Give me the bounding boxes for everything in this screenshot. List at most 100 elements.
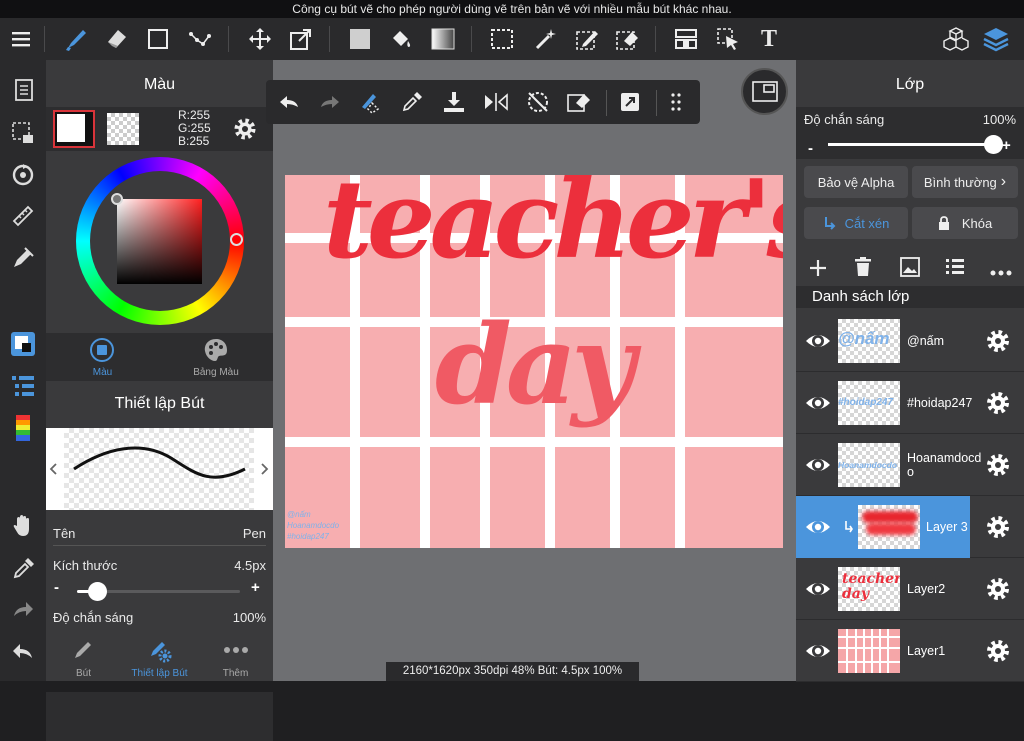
layer-opacity-slider[interactable] xyxy=(828,135,1003,154)
visibility-eye-icon[interactable] xyxy=(804,513,832,541)
ruler-icon[interactable] xyxy=(7,200,39,232)
layer-settings-gear-icon[interactable] xyxy=(984,575,1012,603)
add-image-layer-icon[interactable] xyxy=(900,257,920,282)
delete-layer-icon[interactable] xyxy=(854,257,872,282)
layer-list-view-icon[interactable] xyxy=(946,258,964,281)
foreground-color-swatch[interactable] xyxy=(53,110,95,148)
bucket-icon[interactable] xyxy=(385,23,417,55)
layer-list-icon[interactable] xyxy=(7,370,39,402)
eyedropper-sub-icon[interactable] xyxy=(396,86,428,118)
move-icon[interactable] xyxy=(244,23,276,55)
brush-size-value: 4.5px xyxy=(234,558,266,573)
color-sets-icon[interactable] xyxy=(7,412,39,444)
visibility-eye-icon[interactable] xyxy=(804,575,832,603)
rectangle-icon[interactable] xyxy=(142,23,174,55)
layer-settings-gear-icon[interactable] xyxy=(984,389,1012,417)
navigator-button[interactable] xyxy=(741,68,788,115)
layer-settings-gear-icon[interactable] xyxy=(984,451,1012,479)
color-wheel[interactable] xyxy=(76,157,244,325)
saturation-value-square[interactable] xyxy=(117,199,202,284)
layer-row[interactable]: Layer1 xyxy=(796,620,1024,682)
layer-row[interactable]: #hoidap247 #hoidap247 xyxy=(796,372,1024,434)
pages-icon[interactable] xyxy=(7,75,39,107)
size-slider[interactable] xyxy=(77,582,240,601)
transform-icon[interactable] xyxy=(285,23,317,55)
size-plus-button[interactable]: + xyxy=(251,579,260,596)
hand-icon[interactable] xyxy=(7,510,39,542)
preview-next-icon xyxy=(261,463,269,475)
layer-row[interactable]: @nấm @nấm xyxy=(796,310,1024,372)
undo-icon[interactable] xyxy=(7,636,39,668)
eraser-icon[interactable] xyxy=(101,23,133,55)
color-settings-gear-icon[interactable] xyxy=(232,116,258,142)
layers-icon[interactable] xyxy=(980,23,1012,55)
canvas-status-bar: 2160*1620px 350dpi 48% Bút: 4.5px 100% xyxy=(386,662,639,681)
select-brush-icon[interactable] xyxy=(355,86,387,118)
tab-color[interactable]: Màu xyxy=(46,333,159,381)
layer-opacity-minus[interactable]: - xyxy=(808,140,813,157)
transparent-color-swatch[interactable] xyxy=(107,113,139,145)
visibility-eye-icon[interactable] xyxy=(804,637,832,665)
share-icon[interactable] xyxy=(614,86,646,118)
blend-mode-button[interactable]: Bình thường › xyxy=(912,166,1018,198)
menu-icon[interactable] xyxy=(5,23,37,55)
selection-area-icon[interactable] xyxy=(7,117,39,149)
alpha-protect-button[interactable]: Bảo vệ Alpha xyxy=(804,166,908,198)
select-pen-icon[interactable] xyxy=(571,23,603,55)
magic-wand-icon[interactable] xyxy=(530,23,562,55)
sv-picker-handle[interactable] xyxy=(111,193,123,205)
gradient-icon[interactable] xyxy=(427,23,459,55)
select-eraser-icon[interactable] xyxy=(611,23,643,55)
erase-selection-icon[interactable] xyxy=(563,86,595,118)
layer-row[interactable]: Hoanamdocdo Hoanamdocdo xyxy=(796,434,1024,496)
3d-cubes-icon[interactable] xyxy=(940,23,972,55)
layer-row-selected[interactable]: Layer 3 xyxy=(796,496,1024,558)
tab-pen-settings[interactable]: Thiết lập Bút xyxy=(121,632,198,681)
grid-dots-icon[interactable] xyxy=(662,86,694,118)
rotate-sub-icon[interactable] xyxy=(522,86,554,118)
layer-row[interactable]: teacher's day Layer2 xyxy=(796,558,1024,620)
layer-settings-gear-icon[interactable] xyxy=(984,327,1012,355)
brush-opacity-value: 100% xyxy=(232,610,266,625)
layer-opacity-plus[interactable]: + xyxy=(1002,137,1011,154)
visibility-eye-icon[interactable] xyxy=(804,389,832,417)
rotate-canvas-icon[interactable] xyxy=(7,159,39,191)
redo-icon[interactable] xyxy=(7,594,39,626)
undo-sub-icon[interactable] xyxy=(273,86,305,118)
layout-icon[interactable] xyxy=(670,23,702,55)
clipping-button[interactable]: Cắt xén xyxy=(804,207,908,239)
tab-pen[interactable]: Bút xyxy=(46,632,121,681)
more-dots-icon xyxy=(224,647,248,653)
hue-picker-handle[interactable] xyxy=(230,233,243,246)
layer-opacity-knob[interactable] xyxy=(984,135,1003,154)
color-tabs: Màu Bảng Màu xyxy=(46,333,273,381)
color-swatch-icon[interactable] xyxy=(7,328,39,360)
pen-settings-tab-icon xyxy=(151,642,172,663)
tab-more[interactable]: Thêm xyxy=(198,632,273,681)
text-tool-icon[interactable]: T xyxy=(753,23,785,55)
size-slider-knob[interactable] xyxy=(87,582,107,601)
redo-sub-icon[interactable] xyxy=(314,86,346,118)
drawing-canvas[interactable]: teacher's day @nấm Hoanamdocdo #hoidap24… xyxy=(285,175,783,548)
tab-palette[interactable]: Bảng Màu xyxy=(159,333,273,381)
layer-name: #hoidap247 xyxy=(907,396,973,410)
brush-name-value[interactable]: Pen xyxy=(243,526,266,541)
flip-icon[interactable] xyxy=(480,86,512,118)
fill-color-icon[interactable] xyxy=(344,23,376,55)
select-dots-icon[interactable] xyxy=(184,23,216,55)
select-rect-icon[interactable] xyxy=(486,23,518,55)
panel-tab-bar: Bút Thiết lập Bút Thêm xyxy=(46,632,273,681)
layer-settings-gear-icon[interactable] xyxy=(984,513,1012,541)
brush-icon[interactable] xyxy=(60,23,92,55)
add-layer-icon[interactable] xyxy=(808,258,828,283)
eyedropper-icon[interactable] xyxy=(7,553,39,585)
size-minus-button[interactable]: - xyxy=(54,579,59,596)
import-icon[interactable] xyxy=(438,86,470,118)
lock-button[interactable]: Khóa xyxy=(912,207,1018,239)
pen-nib-icon[interactable] xyxy=(7,242,39,274)
layer-more-icon[interactable] xyxy=(990,263,1012,281)
layer-settings-gear-icon[interactable] xyxy=(984,637,1012,665)
visibility-eye-icon[interactable] xyxy=(804,327,832,355)
visibility-eye-icon[interactable] xyxy=(804,451,832,479)
select-pointer-icon[interactable] xyxy=(712,23,744,55)
